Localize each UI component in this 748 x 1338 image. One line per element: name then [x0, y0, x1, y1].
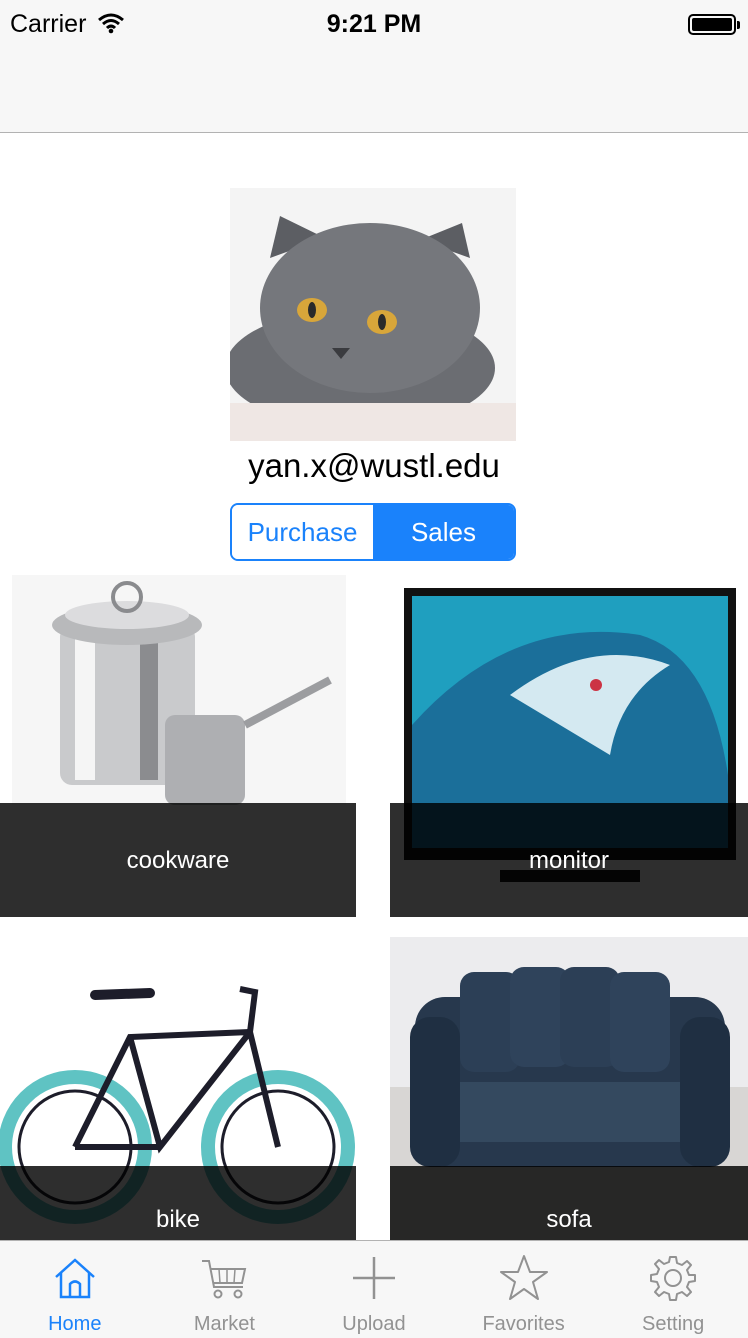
- navigation-bar: Carrier 9:21 PM: [0, 0, 748, 133]
- status-bar: Carrier 9:21 PM: [0, 0, 748, 44]
- item-label: bike: [155, 1206, 201, 1233]
- item-tile-bike[interactable]: bike: [0, 937, 356, 1240]
- item-caption-overlay: monitor: [390, 803, 748, 917]
- gear-icon: [650, 1256, 697, 1301]
- item-tile-monitor[interactable]: monitor: [390, 575, 748, 917]
- item-caption-overlay: bike: [0, 1166, 356, 1240]
- tab-market[interactable]: Market: [150, 1241, 300, 1338]
- tab-label: Setting: [642, 1313, 705, 1335]
- item-caption-overlay: cookware: [0, 803, 356, 917]
- tab-label: Market: [193, 1313, 255, 1335]
- purchase-segment[interactable]: Purchase: [232, 505, 373, 559]
- cart-icon: [202, 1260, 247, 1299]
- item-tile-sofa[interactable]: sofa: [390, 937, 748, 1240]
- tab-home[interactable]: Home: [0, 1241, 150, 1338]
- tab-upload[interactable]: Upload: [299, 1241, 449, 1338]
- tab-label: Favorites: [482, 1313, 565, 1335]
- tab-setting[interactable]: Setting: [598, 1241, 748, 1338]
- star-icon: [499, 1255, 548, 1300]
- item-caption-overlay: sofa: [390, 1166, 748, 1240]
- profile-avatar: [230, 188, 516, 441]
- item-label: sofa: [546, 1206, 592, 1233]
- user-email: yan.x@wustl.edu: [248, 447, 500, 484]
- tab-bar: Home Market Upload Favorites Setting: [0, 1240, 748, 1338]
- purchase-sales-segmented-control[interactable]: Purchase Sales: [230, 503, 516, 561]
- plus-icon: [352, 1257, 395, 1299]
- clock-label: 9:21 PM: [326, 10, 422, 38]
- tab-label: Upload: [342, 1313, 406, 1335]
- tab-favorites[interactable]: Favorites: [449, 1241, 599, 1338]
- home-icon: [54, 1258, 95, 1299]
- tab-label: Home: [48, 1313, 102, 1335]
- sales-segment[interactable]: Sales: [373, 505, 514, 559]
- battery-icon: [688, 14, 740, 35]
- item-label: cookware: [126, 847, 230, 874]
- item-tile-cookware[interactable]: cookware: [0, 575, 356, 917]
- item-label: monitor: [528, 847, 610, 874]
